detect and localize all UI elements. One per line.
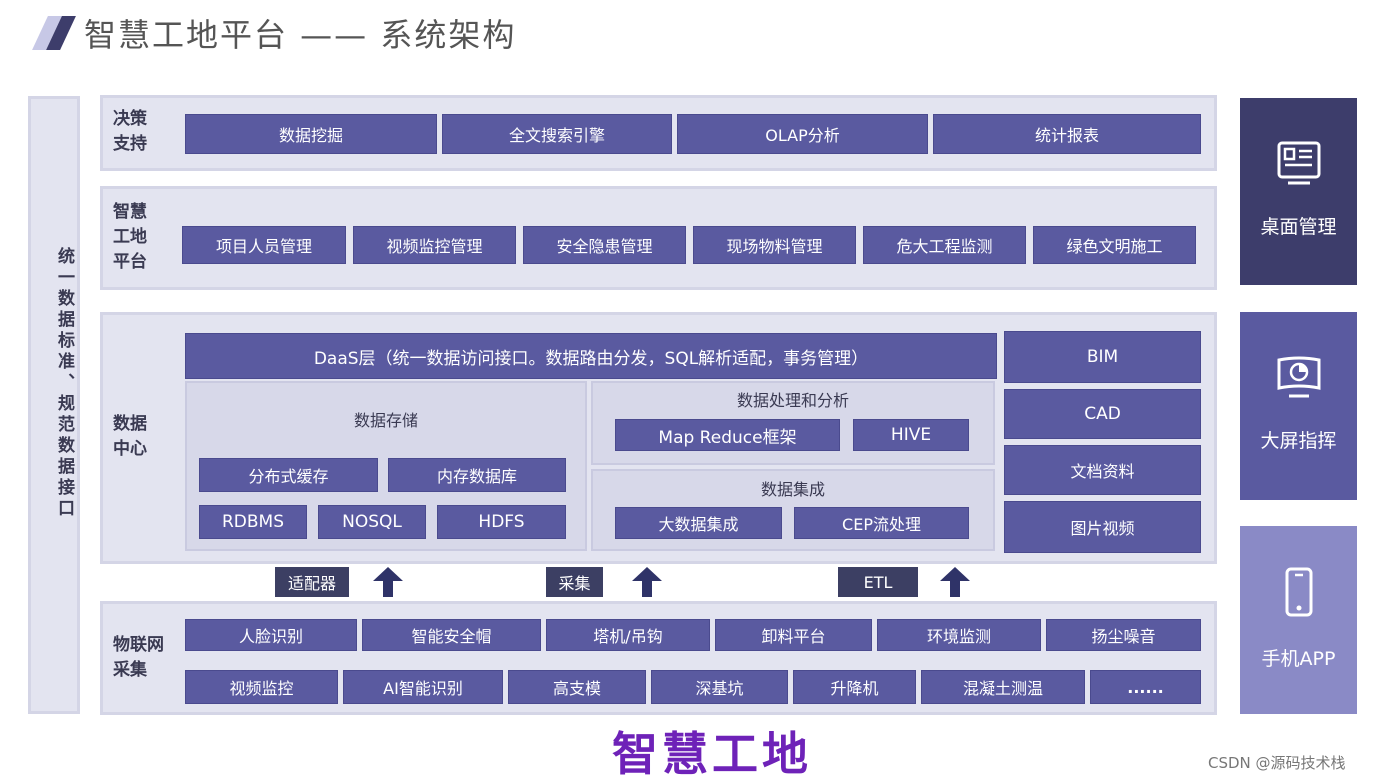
footer-title: 智慧工地 (612, 727, 812, 780)
desktop-management-label: 桌面管理 (1260, 216, 1337, 238)
module-olap-analysis[interactable]: OLAP分析 (677, 114, 928, 154)
adapter-tag: 适配器 (275, 567, 349, 597)
resource-bim[interactable]: BIM (1004, 331, 1201, 383)
big-screen-icon (1277, 356, 1320, 398)
mobile-phone-icon (1285, 567, 1312, 617)
device-concrete-temperature[interactable]: 混凝土测温 (921, 670, 1085, 704)
device-smart-helmet[interactable]: 智能安全帽 (362, 619, 541, 651)
device-high-formwork[interactable]: 高支模 (508, 670, 646, 704)
data-integration-title: 数据集成 (760, 480, 825, 499)
decision-support-label: 决策支持 (113, 109, 147, 154)
device-face-recognition[interactable]: 人脸识别 (185, 619, 357, 651)
module-in-memory-db[interactable]: 内存数据库 (388, 458, 566, 492)
module-fulltext-search[interactable]: 全文搜索引擎 (442, 114, 672, 154)
unified-data-standard-panel: 统一数据标准、规范数据接口 (28, 96, 80, 714)
watermark: CSDN @源码技术栈 (1208, 754, 1346, 772)
module-hdfs[interactable]: HDFS (437, 505, 566, 539)
big-screen-command-panel[interactable]: 大屏指挥 (1240, 312, 1357, 500)
iot-collection-label: 物联网采集 (113, 635, 164, 680)
module-big-data-integration[interactable]: 大数据集成 (615, 507, 782, 539)
module-nosql[interactable]: NOSQL (318, 505, 426, 539)
device-environment-monitoring[interactable]: 环境监测 (877, 619, 1041, 651)
device-tower-crane[interactable]: 塔机/吊钩 (546, 619, 710, 651)
device-unloading-platform[interactable]: 卸料平台 (715, 619, 872, 651)
module-personnel-management[interactable]: 项目人员管理 (182, 226, 346, 264)
device-video-monitoring[interactable]: 视频监控 (185, 670, 338, 704)
device-elevator[interactable]: 升降机 (793, 670, 916, 704)
mobile-app-panel[interactable]: 手机APP (1240, 526, 1357, 714)
desktop-icon (1277, 141, 1320, 185)
arrow-up-icon (373, 567, 403, 597)
data-storage-title: 数据存储 (353, 411, 418, 430)
data-processing-title: 数据处理和分析 (736, 391, 849, 410)
module-rdbms[interactable]: RDBMS (199, 505, 307, 539)
module-hive[interactable]: HIVE (853, 419, 969, 451)
collect-tag: 采集 (546, 567, 603, 597)
resource-documents[interactable]: 文档资料 (1004, 445, 1201, 495)
module-distributed-cache[interactable]: 分布式缓存 (199, 458, 378, 492)
module-green-construction[interactable]: 绿色文明施工 (1033, 226, 1196, 264)
device-more[interactable]: ...... (1090, 670, 1201, 704)
module-material-management[interactable]: 现场物料管理 (693, 226, 856, 264)
module-video-monitoring-management[interactable]: 视频监控管理 (353, 226, 516, 264)
smart-platform-label: 智慧工地平台 (113, 202, 147, 272)
resource-images-videos[interactable]: 图片视频 (1004, 501, 1201, 553)
module-map-reduce[interactable]: Map Reduce框架 (615, 419, 840, 451)
module-statistical-report[interactable]: 统计报表 (933, 114, 1201, 154)
arrow-up-icon (940, 567, 970, 597)
device-dust-noise[interactable]: 扬尘噪音 (1046, 619, 1201, 651)
unified-data-standard-label: 统一数据标准、规范数据接口 (54, 247, 74, 520)
device-deep-foundation-pit[interactable]: 深基坑 (651, 670, 788, 704)
device-ai-recognition[interactable]: AI智能识别 (343, 670, 503, 704)
module-cep-stream[interactable]: CEP流处理 (794, 507, 969, 539)
module-major-engineering-monitoring[interactable]: 危大工程监测 (863, 226, 1026, 264)
page-title: 智慧工地平台 —— 系统架构 (84, 16, 517, 54)
mobile-app-label: 手机APP (1261, 648, 1336, 670)
big-screen-command-label: 大屏指挥 (1260, 430, 1337, 452)
module-safety-hazard-management[interactable]: 安全隐患管理 (523, 226, 686, 264)
arrow-up-icon (632, 567, 662, 597)
desktop-management-panel[interactable]: 桌面管理 (1240, 98, 1357, 285)
resource-cad[interactable]: CAD (1004, 389, 1201, 439)
etl-tag: ETL (838, 567, 918, 597)
daas-layer[interactable]: DaaS层（统一数据访问接口。数据路由分发，SQL解析适配，事务管理） (185, 333, 997, 379)
data-center-label: 数据中心 (113, 414, 147, 459)
module-data-mining[interactable]: 数据挖掘 (185, 114, 437, 154)
